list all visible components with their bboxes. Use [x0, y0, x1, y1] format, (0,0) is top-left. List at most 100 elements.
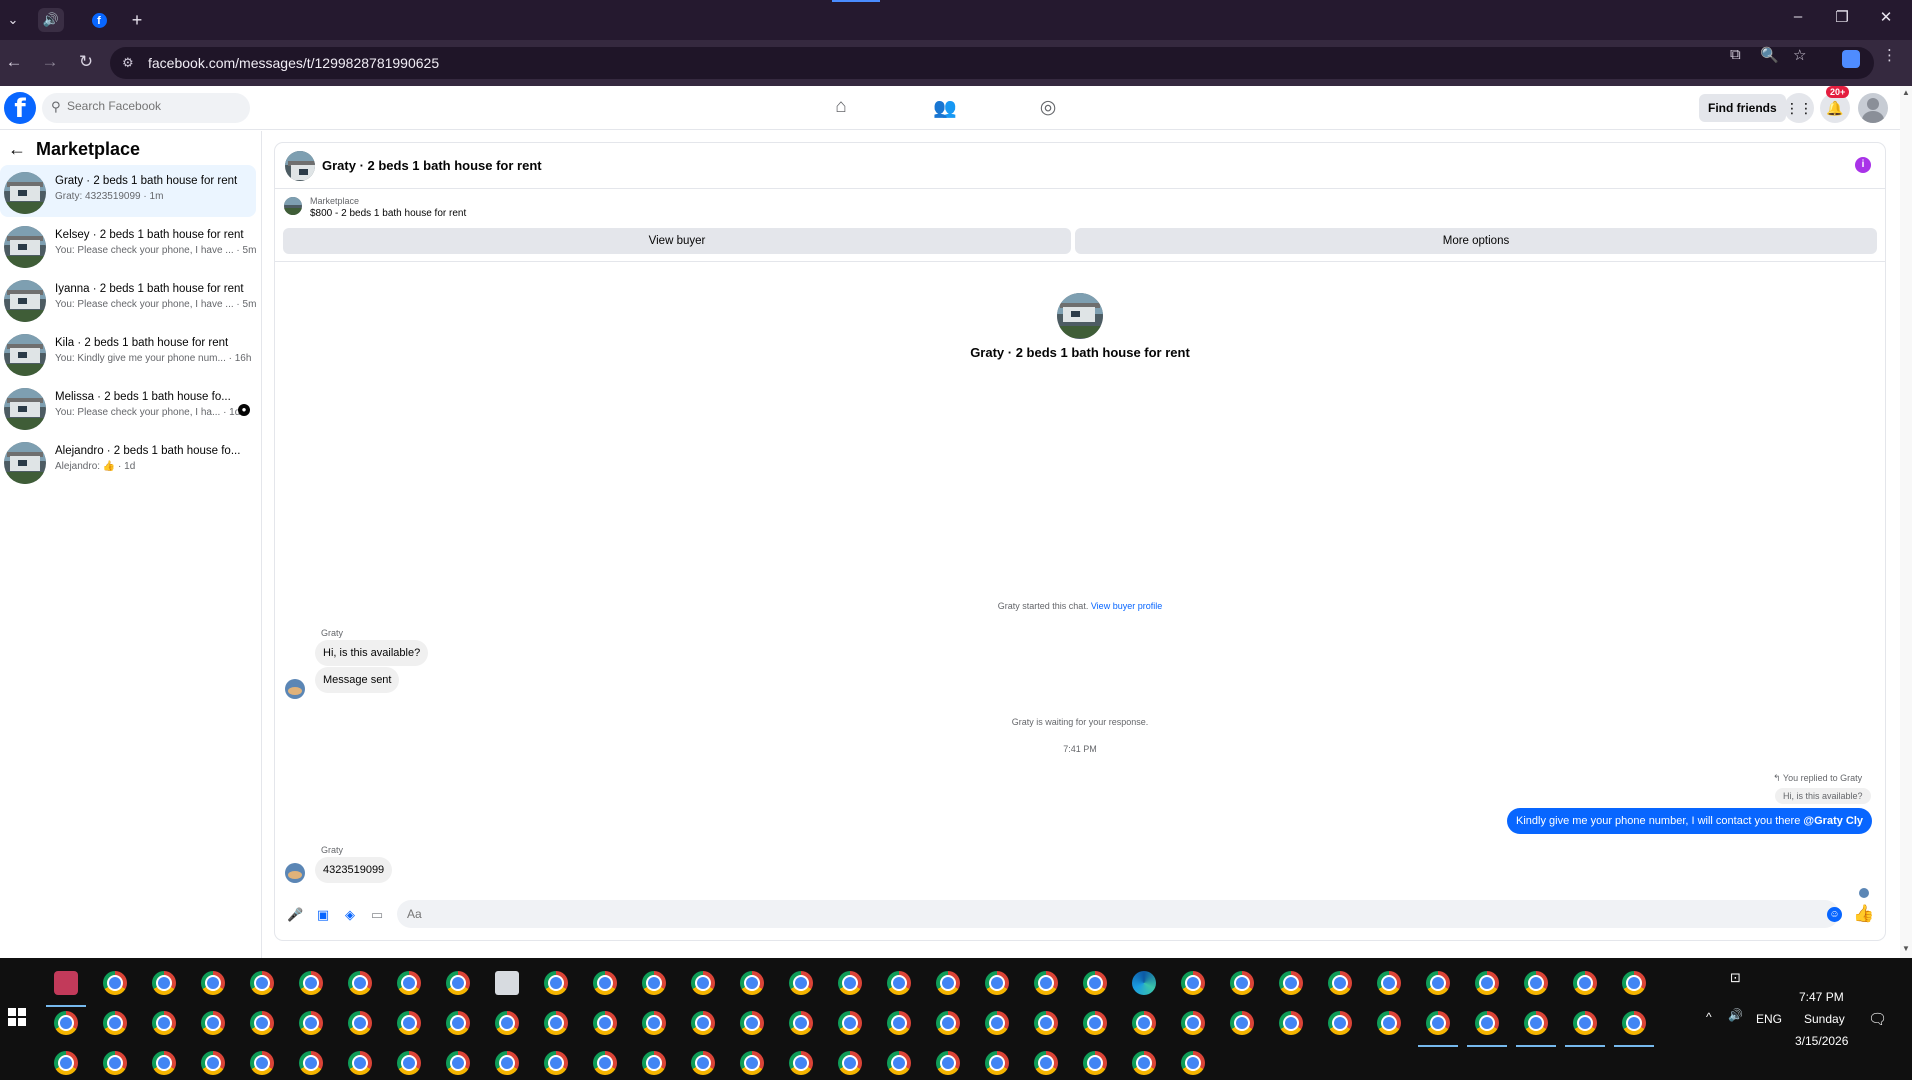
chrome-taskbar-icon[interactable] [985, 1011, 1009, 1035]
bookmark-star-icon[interactable]: ☆ [1793, 46, 1806, 64]
tab-search-chevron-icon[interactable]: ⌄ [0, 8, 26, 32]
windows-start-icon[interactable] [8, 1008, 26, 1026]
menu-grid-icon[interactable]: ⋮⋮ [1784, 93, 1814, 123]
chrome-taskbar-icon[interactable] [54, 1011, 78, 1035]
chrome-taskbar-icon[interactable] [985, 1051, 1009, 1075]
chrome-taskbar-icon[interactable] [691, 1011, 715, 1035]
zoom-icon[interactable]: 🔍 [1760, 46, 1779, 64]
chrome-taskbar-icon[interactable] [250, 971, 274, 995]
chat-header-thumbnail[interactable] [285, 151, 315, 181]
photo-icon[interactable]: ▣ [315, 907, 331, 923]
conversation-item[interactable]: Kelsey · 2 beds 1 bath house for rent Yo… [0, 219, 256, 271]
chrome-taskbar-icon[interactable] [887, 1051, 911, 1075]
scroll-down-icon[interactable]: ▼ [1902, 944, 1910, 953]
gif-icon[interactable]: ▭ [369, 907, 385, 923]
chrome-taskbar-icon[interactable] [1426, 1011, 1450, 1035]
chrome-taskbar-icon[interactable] [740, 1051, 764, 1075]
chrome-taskbar-icon[interactable] [936, 971, 960, 995]
minimize-icon[interactable]: – [1778, 8, 1818, 25]
chrome-taskbar-icon[interactable] [446, 1051, 470, 1075]
chrome-taskbar-icon[interactable] [838, 1011, 862, 1035]
chrome-taskbar-icon[interactable] [103, 1011, 127, 1035]
conversation-item[interactable]: Graty · 2 beds 1 bath house for rent Gra… [0, 165, 256, 217]
chrome-taskbar-icon[interactable] [152, 971, 176, 995]
friends-icon[interactable]: 👥 [933, 96, 957, 120]
chrome-taskbar-icon[interactable] [1034, 1051, 1058, 1075]
message-bubble-incoming[interactable]: Hi, is this available? [315, 640, 429, 666]
chrome-taskbar-icon[interactable] [936, 1051, 960, 1075]
chrome-taskbar-icon[interactable] [103, 971, 127, 995]
chrome-taskbar-icon[interactable] [397, 1011, 421, 1035]
view-buyer-profile-link[interactable]: View buyer profile [1091, 601, 1162, 611]
emoji-icon[interactable]: ☺ [1827, 907, 1842, 922]
chrome-taskbar-icon[interactable] [1034, 1011, 1058, 1035]
chrome-taskbar-icon[interactable] [1132, 1051, 1156, 1075]
chrome-taskbar-icon[interactable] [789, 1011, 813, 1035]
chrome-taskbar-icon[interactable] [544, 971, 568, 995]
chrome-taskbar-icon[interactable] [348, 971, 372, 995]
chrome-taskbar-icon[interactable] [544, 1051, 568, 1075]
home-icon[interactable]: ⌂ [829, 96, 853, 120]
language-indicator[interactable]: ENG [1756, 1012, 1782, 1026]
chrome-taskbar-icon[interactable] [299, 1051, 323, 1075]
chrome-taskbar-icon[interactable] [1034, 971, 1058, 995]
chrome-taskbar-icon[interactable] [1377, 1011, 1401, 1035]
url-text[interactable]: facebook.com/messages/t/1299828781990625 [148, 55, 439, 71]
chrome-taskbar-icon[interactable] [348, 1011, 372, 1035]
chrome-taskbar-icon[interactable] [201, 971, 225, 995]
conversation-item[interactable]: Kila · 2 beds 1 bath house for rent You:… [0, 327, 256, 379]
chrome-taskbar-icon[interactable] [740, 1011, 764, 1035]
page-scrollbar[interactable]: ▲ ▼ [1900, 86, 1912, 958]
chrome-taskbar-icon[interactable] [1279, 971, 1303, 995]
more-options-button[interactable]: More options [1075, 228, 1877, 254]
view-buyer-button[interactable]: View buyer [283, 228, 1071, 254]
chrome-taskbar-icon[interactable] [1475, 1011, 1499, 1035]
omnibox[interactable]: ⚙ facebook.com/messages/t/12998287819906… [110, 47, 1874, 79]
chrome-taskbar-icon[interactable] [1426, 971, 1450, 995]
chrome-taskbar-icon[interactable] [446, 1011, 470, 1035]
chrome-taskbar-icon[interactable] [1377, 971, 1401, 995]
chrome-taskbar-icon[interactable] [593, 1051, 617, 1075]
info-icon[interactable]: i [1855, 157, 1871, 173]
chrome-taskbar-icon[interactable] [740, 971, 764, 995]
message-bubble-incoming[interactable]: Message sent [315, 667, 400, 693]
chrome-taskbar-icon[interactable] [838, 971, 862, 995]
chrome-taskbar-icon[interactable] [1279, 1011, 1303, 1035]
chrome-taskbar-icon[interactable] [1524, 971, 1548, 995]
find-friends-button[interactable]: Find friends [1699, 94, 1786, 122]
chrome-taskbar-icon[interactable] [1475, 971, 1499, 995]
profile-extension-icon[interactable] [1842, 50, 1860, 68]
tray-chevron-icon[interactable]: ^ [1706, 1010, 1712, 1024]
sticker-icon[interactable]: ◈ [342, 907, 358, 923]
facebook-logo-icon[interactable]: f [4, 92, 36, 124]
close-window-icon[interactable]: ✕ [1866, 8, 1906, 26]
conversation-item[interactable]: Iyanna · 2 beds 1 bath house for rent Yo… [0, 273, 256, 325]
listing-description[interactable]: $800 - 2 beds 1 bath house for rent [310, 208, 466, 219]
chrome-taskbar-icon[interactable] [691, 971, 715, 995]
volume-icon[interactable]: 🔊 [1728, 1008, 1743, 1022]
microphone-icon[interactable]: 🎤 [287, 907, 303, 923]
conversation-item[interactable]: Melissa · 2 beds 1 bath house fo... You:… [0, 381, 256, 433]
chrome-taskbar-icon[interactable] [201, 1011, 225, 1035]
chrome-taskbar-icon[interactable] [1083, 1011, 1107, 1035]
clock-time[interactable]: 7:47 PM [1799, 990, 1844, 1004]
sender-avatar[interactable] [285, 863, 305, 883]
browser-menu-icon[interactable]: ⋮ [1882, 46, 1897, 64]
message-input[interactable] [407, 907, 1787, 921]
chrome-taskbar-icon[interactable] [1230, 1011, 1254, 1035]
replied-quote[interactable]: Hi, is this available? [1775, 788, 1871, 804]
chrome-taskbar-icon[interactable] [789, 971, 813, 995]
clock-date[interactable]: 3/15/2026 [1795, 1034, 1848, 1048]
mention-tag[interactable]: @Graty Cly [1803, 815, 1863, 827]
chrome-taskbar-icon[interactable] [1230, 971, 1254, 995]
site-info-icon[interactable]: ⚙ [122, 55, 134, 71]
chrome-taskbar-icon[interactable] [985, 971, 1009, 995]
chrome-taskbar-icon[interactable] [544, 1011, 568, 1035]
chrome-taskbar-icon[interactable] [1132, 1011, 1156, 1035]
groups-icon[interactable]: ◎ [1036, 96, 1060, 120]
search-input[interactable] [67, 99, 237, 113]
chrome-taskbar-icon[interactable] [887, 1011, 911, 1035]
chrome-taskbar-icon[interactable] [642, 1051, 666, 1075]
clock-day[interactable]: Sunday [1804, 1012, 1845, 1026]
chrome-taskbar-icon[interactable] [691, 1051, 715, 1075]
